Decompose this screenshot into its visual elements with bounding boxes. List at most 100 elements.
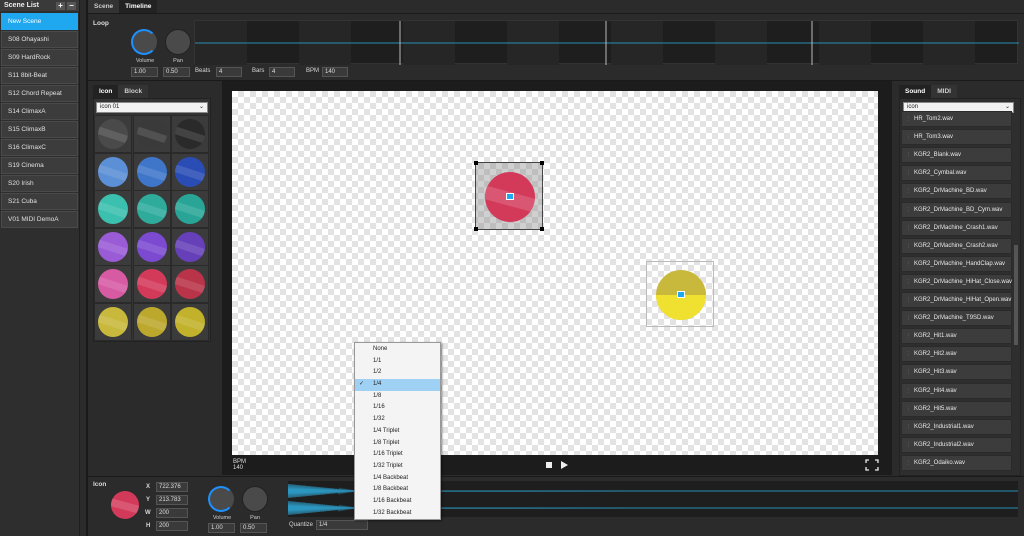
quantize-option[interactable]: 1/2 bbox=[355, 367, 440, 379]
sound-list-item[interactable]: ⋮ KGR2_Industrial2.wav bbox=[901, 436, 1012, 453]
sound-list-scrollbar[interactable] bbox=[1014, 245, 1018, 345]
drag-handle-icon[interactable]: ⋮ bbox=[906, 315, 911, 321]
sound-list-item[interactable]: ⋮ KGR2_Odaiko.wav bbox=[901, 454, 1012, 471]
sound-list-item[interactable]: ⋮ KGR2_DrMachine_Crash1.wav bbox=[901, 219, 1012, 236]
drag-handle-icon[interactable]: ⋮ bbox=[906, 406, 911, 412]
icon-option[interactable] bbox=[132, 227, 171, 266]
drag-handle-icon[interactable]: ⋮ bbox=[906, 170, 911, 176]
resize-handle[interactable] bbox=[474, 161, 478, 165]
loop-volume-field[interactable]: 1.00 bbox=[131, 67, 158, 77]
icon-option[interactable] bbox=[171, 190, 209, 228]
sound-list-item[interactable]: ⋮ KGR2_Hit2.wav bbox=[901, 346, 1012, 363]
icon-pan-knob[interactable] bbox=[242, 486, 268, 512]
bars-field[interactable]: 4 bbox=[269, 67, 295, 77]
loop-pan-field[interactable]: 0.50 bbox=[163, 67, 190, 77]
drag-handle-icon[interactable]: ⋮ bbox=[906, 207, 911, 213]
icon-option[interactable] bbox=[171, 152, 209, 191]
fullscreen-icon[interactable] bbox=[865, 459, 879, 471]
yellow-icon-object[interactable] bbox=[646, 261, 714, 327]
drag-handle-icon[interactable]: ⋮ bbox=[906, 297, 911, 303]
sound-list-item[interactable]: ⋮ KGR2_Hit1.wav bbox=[901, 328, 1012, 345]
sound-list-item[interactable]: ⋮ KGR2_Cymbal.wav bbox=[901, 165, 1012, 182]
quantize-option[interactable]: 1/16 Backbeat bbox=[355, 496, 440, 508]
scene-list-item[interactable]: S21 Cuba bbox=[1, 193, 78, 210]
drag-handle-icon[interactable]: ⋮ bbox=[906, 116, 911, 122]
sound-list-item[interactable]: ⋮ KGR2_Hit4.wav bbox=[901, 382, 1012, 399]
loop-pan-knob[interactable] bbox=[165, 29, 191, 55]
selected-icon-object[interactable] bbox=[474, 161, 544, 231]
resize-handle[interactable] bbox=[474, 227, 478, 231]
stage-canvas[interactable] bbox=[232, 91, 878, 455]
sound-list-item[interactable]: ⋮ KGR2_Blank.wav bbox=[901, 147, 1012, 164]
x-field[interactable]: 722.376 bbox=[156, 482, 188, 492]
sound-list-item[interactable]: ⋮ KGR2_Hit5.wav bbox=[901, 400, 1012, 417]
icon-option[interactable] bbox=[94, 152, 132, 191]
drag-handle-icon[interactable]: ⋮ bbox=[906, 424, 911, 430]
quantize-option[interactable]: ✓ 1/4 bbox=[355, 379, 440, 391]
sound-list-item[interactable]: ⋮ KGR2_Industrial1.wav bbox=[901, 418, 1012, 435]
loop-volume-knob[interactable] bbox=[131, 29, 157, 55]
quantize-option[interactable]: 1/8 Triplet bbox=[355, 438, 440, 450]
icon-option[interactable] bbox=[94, 227, 132, 266]
quantize-option[interactable]: 1/8 Backbeat bbox=[355, 484, 440, 496]
icon-option[interactable] bbox=[94, 115, 132, 153]
quantize-select[interactable]: 1/4 bbox=[316, 520, 368, 530]
scene-list-item[interactable]: S20 Irish bbox=[1, 175, 78, 192]
drag-handle-icon[interactable]: ⋮ bbox=[906, 225, 911, 231]
icon-volume-knob[interactable] bbox=[208, 486, 234, 512]
icon-option[interactable] bbox=[171, 302, 209, 341]
icon-option[interactable] bbox=[94, 265, 132, 303]
add-scene-button[interactable]: + bbox=[56, 1, 65, 10]
sound-list-item[interactable]: ⋮ KGR2_DrMachine_HandClap.wav bbox=[901, 255, 1012, 272]
drag-handle-icon[interactable]: ⋮ bbox=[906, 442, 911, 448]
sound-list-item[interactable]: ⋮ KGR2_DrMachine_BD_Cym.wav bbox=[901, 201, 1012, 218]
drag-handle-icon[interactable]: ⋮ bbox=[906, 243, 911, 249]
drag-handle-icon[interactable]: ⋮ bbox=[906, 369, 911, 375]
scene-list-item[interactable]: S19 Cinema bbox=[1, 157, 78, 174]
drag-handle-icon[interactable]: ⋮ bbox=[906, 152, 911, 158]
icon-option[interactable] bbox=[171, 115, 209, 153]
w-field[interactable]: 200 bbox=[156, 508, 188, 518]
drag-handle-icon[interactable]: ⋮ bbox=[906, 279, 911, 285]
scene-list-item[interactable]: S16 ClimaxC bbox=[1, 139, 78, 156]
drag-handle-icon[interactable]: ⋮ bbox=[906, 134, 911, 140]
quantize-option[interactable]: 1/16 Triplet bbox=[355, 449, 440, 461]
quantize-option[interactable]: None bbox=[355, 344, 440, 356]
scene-list-item[interactable]: S09 HardRock bbox=[1, 49, 78, 66]
tab-midi[interactable]: MIDI bbox=[931, 85, 957, 98]
scene-list-item[interactable]: S15 ClimaxB bbox=[1, 121, 78, 138]
icon-option[interactable] bbox=[132, 265, 171, 303]
sound-list-item[interactable]: ⋮ KGR2_DrMachine_Crash2.wav bbox=[901, 237, 1012, 254]
quantize-option[interactable]: 1/16 bbox=[355, 402, 440, 414]
loop-timeline[interactable] bbox=[194, 20, 1019, 65]
beats-field[interactable]: 4 bbox=[216, 67, 242, 77]
play-icon[interactable] bbox=[561, 461, 568, 469]
drag-handle-icon[interactable]: ⋮ bbox=[906, 351, 911, 357]
sound-list-item[interactable]: ⋮ KGR2_DrMachine_T9SD.wav bbox=[901, 310, 1012, 327]
sound-list-item[interactable]: ⋮ KGR2_DrMachine_HiHat_Close.wav bbox=[901, 273, 1012, 290]
icon-option[interactable] bbox=[132, 190, 171, 228]
sound-list-item[interactable]: ⋮ KGR2_DrMachine_HiHat_Open.wav bbox=[901, 292, 1012, 308]
scene-list-item[interactable]: S14 ClimaxA bbox=[1, 103, 78, 120]
sound-list-item[interactable]: ⋮ HR_Tom2.wav bbox=[901, 111, 1012, 127]
sound-list-item[interactable]: ⋮ KGR2_Hit3.wav bbox=[901, 364, 1012, 381]
y-field[interactable]: 213.783 bbox=[156, 495, 188, 505]
icon-option[interactable] bbox=[132, 302, 171, 341]
stop-icon[interactable] bbox=[546, 462, 552, 468]
resize-handle[interactable] bbox=[540, 161, 544, 165]
tab-icon[interactable]: Icon bbox=[93, 85, 119, 98]
scene-list-item[interactable]: S11 8bit-Beat bbox=[1, 67, 78, 84]
tab-block[interactable]: Block bbox=[118, 85, 149, 98]
h-field[interactable]: 200 bbox=[156, 521, 188, 531]
icon-select[interactable]: icon 01 ⌄ bbox=[96, 102, 208, 113]
icon-option[interactable] bbox=[132, 115, 171, 153]
drag-handle-icon[interactable]: ⋮ bbox=[906, 261, 911, 267]
icon-option[interactable] bbox=[171, 265, 209, 303]
drag-handle-icon[interactable]: ⋮ bbox=[906, 388, 911, 394]
scene-list-item[interactable]: S12 Chord Repeat bbox=[1, 85, 78, 102]
tab-sound[interactable]: Sound bbox=[899, 85, 932, 98]
scene-list-item[interactable]: V01 MIDI DemoA bbox=[1, 211, 78, 228]
quantize-option[interactable]: 1/32 Backbeat bbox=[355, 508, 440, 520]
drag-handle-icon[interactable]: ⋮ bbox=[906, 333, 911, 339]
quantize-option[interactable]: 1/4 Backbeat bbox=[355, 473, 440, 485]
